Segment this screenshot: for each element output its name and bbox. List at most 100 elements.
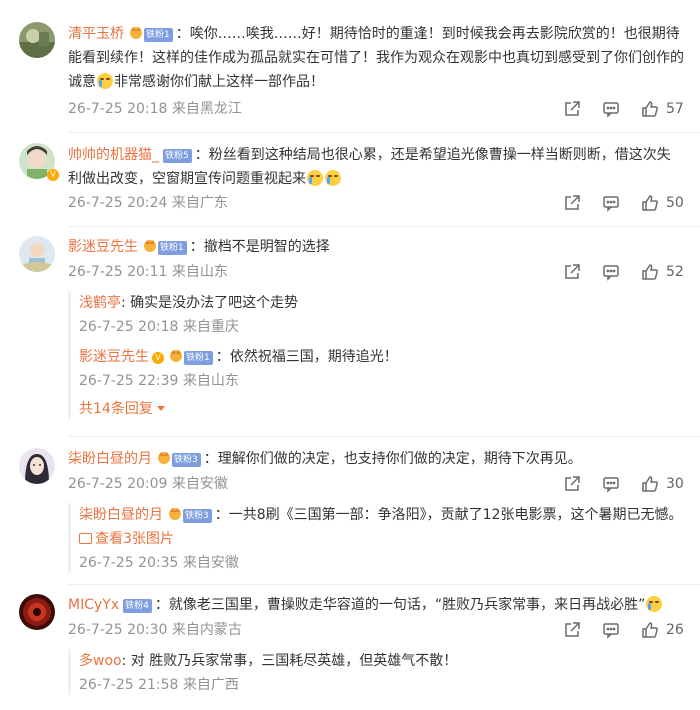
username-link[interactable]: 柒盼白昼的月 bbox=[79, 507, 163, 523]
comment-text: 帅帅的机器猫_ 铁粉5 ：粉丝看到这种结局也很心累，还是希望追光像曹操一样当断则断，… bbox=[68, 147, 671, 187]
comment-actions: 50 bbox=[543, 193, 684, 213]
fan-badge[interactable]: 铁粉4 bbox=[123, 597, 152, 613]
share-icon[interactable] bbox=[562, 193, 582, 213]
comment-actions: 26 bbox=[543, 620, 684, 640]
comment-text: MICyYx 铁粉4 ：就像老三国里，曹操败走华容道的一句话，“胜败乃兵家常事，来日… bbox=[68, 593, 684, 617]
reply-list: 多woo: 对 胜败乃兵家常事，三国耗尽英雄，但英雄气不散！ 26-7-25 2… bbox=[68, 649, 684, 695]
comment-icon[interactable] bbox=[601, 474, 621, 494]
comment-actions: 52 bbox=[543, 262, 684, 282]
avatar[interactable] bbox=[19, 236, 55, 272]
thumbs-up-icon[interactable] bbox=[640, 620, 660, 640]
divider bbox=[68, 584, 700, 585]
divider bbox=[68, 436, 700, 437]
like-count: 26 bbox=[666, 622, 684, 638]
username-link[interactable]: 清平玉桥 bbox=[68, 26, 124, 42]
avatar[interactable] bbox=[19, 448, 55, 484]
comment-location: 来自内蒙古 bbox=[171, 622, 242, 638]
comment-text: 清平玉桥 铁粉1 ：唉你……唉我……好！期待恰时的重逢！到时候我会再去影院欣赏的！也… bbox=[68, 25, 684, 90]
comment-feed: 清平玉桥 铁粉1 ：唉你……唉我……好！期待恰时的重逢！到时候我会再去影院欣赏的！也… bbox=[0, 0, 700, 710]
thumbs-up-icon[interactable] bbox=[640, 99, 660, 119]
reply-meta: 26-7-25 22:39 来自山东 bbox=[79, 373, 239, 389]
comment-location: 来自广东 bbox=[171, 195, 228, 211]
like-count: 57 bbox=[666, 101, 684, 117]
like-count: 52 bbox=[666, 264, 684, 280]
crown-icon bbox=[170, 350, 182, 362]
comment-text: 柒盼白昼的月 铁粉3 ：理解你们做的决定，也支持你们做的决定，期待下次再见。 bbox=[68, 450, 582, 467]
comment-time: 26-7-25 20:24 bbox=[68, 195, 168, 211]
comment-time: 26-7-25 20:11 bbox=[68, 264, 168, 280]
view-images-link[interactable]: 查看3张图片 bbox=[79, 531, 174, 547]
divider bbox=[68, 132, 700, 133]
comment-icon[interactable] bbox=[601, 620, 621, 640]
thumbs-up-icon[interactable] bbox=[640, 262, 660, 282]
more-replies-link[interactable]: 共14条回复 bbox=[79, 399, 684, 419]
reply-text: 影迷豆先生 V 铁粉1 ：依然祝福三国，期待追光！ bbox=[79, 348, 398, 365]
username-link[interactable]: 浅鹤亭 bbox=[79, 295, 121, 311]
reply-item: 柒盼白昼的月 铁粉3 ：一共8刷《三国第一部：争洛阳》，贡献了12张电影票，这个暑期… bbox=[79, 503, 684, 573]
share-icon[interactable] bbox=[562, 620, 582, 640]
reply-meta: 26-7-25 20:18 来自重庆 bbox=[79, 319, 239, 335]
comment-meta: 26-7-25 20:09 来自安徽 bbox=[68, 474, 228, 494]
crown-icon bbox=[130, 27, 142, 39]
comment-location: 来自黑龙江 bbox=[171, 101, 242, 117]
crown-icon bbox=[169, 508, 181, 520]
username-link[interactable]: 影迷豆先生 bbox=[79, 349, 149, 365]
fan-badge[interactable]: 铁粉3 bbox=[156, 450, 201, 467]
share-icon[interactable] bbox=[562, 474, 582, 494]
comment-time: 26-7-25 20:18 bbox=[68, 101, 168, 117]
comment-meta: 26-7-25 20:24 来自广东 bbox=[68, 193, 228, 213]
crying-emoji-icon bbox=[325, 170, 341, 186]
fan-badge[interactable]: 铁粉1 bbox=[142, 238, 187, 255]
crying-emoji-icon bbox=[646, 596, 663, 612]
comment-icon[interactable] bbox=[601, 193, 621, 213]
chevron-down-icon bbox=[156, 406, 165, 411]
username-link[interactable]: 影迷豆先生 bbox=[68, 239, 138, 255]
comment-meta: 26-7-25 20:30 来自内蒙古 bbox=[68, 620, 242, 640]
crown-icon bbox=[158, 452, 170, 464]
comment-actions: 57 bbox=[543, 99, 684, 119]
reply-list: 柒盼白昼的月 铁粉3 ：一共8刷《三国第一部：争洛阳》，贡献了12张电影票，这个暑期… bbox=[68, 503, 684, 573]
fan-badge[interactable]: 铁粉5 bbox=[163, 147, 192, 163]
comment-icon[interactable] bbox=[601, 99, 621, 119]
comment-meta: 26-7-25 20:11 来自山东 bbox=[68, 262, 228, 282]
comment-time: 26-7-25 20:09 bbox=[68, 476, 168, 492]
thumbs-up-icon[interactable] bbox=[640, 193, 660, 213]
fan-badge[interactable]: 铁粉3 bbox=[167, 506, 212, 523]
avatar[interactable] bbox=[19, 594, 55, 630]
like-count: 30 bbox=[666, 476, 684, 492]
comment-meta: 26-7-25 20:18 来自黑龙江 bbox=[68, 99, 242, 119]
comment-time: 26-7-25 20:30 bbox=[68, 622, 168, 638]
crown-icon bbox=[144, 240, 156, 252]
comment-location: 来自安徽 bbox=[171, 476, 228, 492]
username-link[interactable]: MICyYx bbox=[68, 597, 119, 613]
reply-text: 多woo: 对 胜败乃兵家常事，三国耗尽英雄，但英雄气不散！ bbox=[79, 653, 458, 669]
divider bbox=[68, 226, 700, 227]
fan-badge[interactable]: 铁粉1 bbox=[168, 348, 213, 365]
username-link[interactable]: 帅帅的机器猫_ bbox=[68, 147, 159, 163]
share-icon[interactable] bbox=[562, 99, 582, 119]
verified-icon: V bbox=[152, 352, 164, 364]
image-icon bbox=[79, 533, 92, 544]
avatar[interactable] bbox=[19, 22, 55, 58]
reply-list: 浅鹤亭: 确实是没办法了吧这个走势 26-7-25 20:18 来自重庆 影迷豆… bbox=[68, 291, 684, 419]
reply-item: 浅鹤亭: 确实是没办法了吧这个走势 26-7-25 20:18 来自重庆 bbox=[79, 291, 684, 337]
reply-meta: 26-7-25 20:35 来自安徽 bbox=[79, 555, 239, 571]
crying-emoji-icon bbox=[97, 73, 113, 89]
reply-text: 浅鹤亭: 确实是没办法了吧这个走势 bbox=[79, 295, 299, 311]
reply-meta: 26-7-25 21:58 来自广西 bbox=[79, 677, 239, 693]
username-link[interactable]: 柒盼白昼的月 bbox=[68, 451, 152, 467]
username-link[interactable]: 多woo bbox=[79, 653, 122, 669]
comment-icon[interactable] bbox=[601, 262, 621, 282]
reply-text: 柒盼白昼的月 铁粉3 ：一共8刷《三国第一部：争洛阳》，贡献了12张电影票，这个暑期… bbox=[79, 506, 683, 547]
reply-item: 影迷豆先生 V 铁粉1 ：依然祝福三国，期待追光！ 26-7-25 22:39 来自山… bbox=[79, 345, 684, 391]
comment-text: 影迷豆先生 铁粉1 ：撤档不是明智的选择 bbox=[68, 238, 330, 255]
like-count: 50 bbox=[666, 195, 684, 211]
thumbs-up-icon[interactable] bbox=[640, 474, 660, 494]
fan-badge[interactable]: 铁粉1 bbox=[128, 25, 173, 42]
share-icon[interactable] bbox=[562, 262, 582, 282]
crying-emoji-icon bbox=[307, 170, 323, 186]
verified-icon: V bbox=[47, 169, 59, 181]
comment-actions: 30 bbox=[543, 474, 684, 494]
reply-item: 多woo: 对 胜败乃兵家常事，三国耗尽英雄，但英雄气不散！ 26-7-25 2… bbox=[79, 649, 684, 695]
comment-location: 来自山东 bbox=[171, 264, 228, 280]
